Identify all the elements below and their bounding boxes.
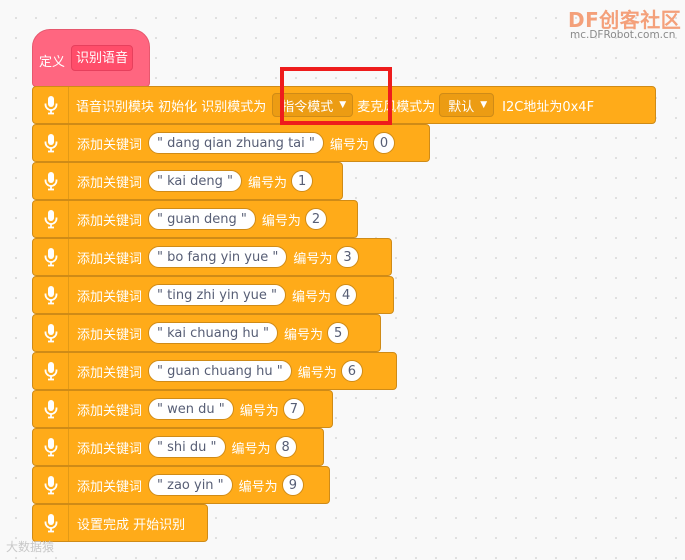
i2c-address-text: I2C地址为0x4F — [502, 99, 595, 115]
id-input[interactable]: 0 — [372, 132, 396, 154]
add-keyword-block[interactable]: 添加关键词 " kai chuang hu " 编号为 5 — [32, 314, 381, 352]
mic-mode-value: 默认 — [448, 99, 475, 115]
microphone-icon — [33, 239, 69, 275]
add-keyword-block[interactable]: 添加关键词 " guan chuang hu " 编号为 6 — [32, 352, 397, 390]
recognition-mode-value: 指令模式 — [281, 99, 334, 115]
id-label: 编号为 — [292, 289, 332, 305]
microphone-icon — [33, 391, 69, 427]
id-label: 编号为 — [329, 137, 369, 153]
keyword-input[interactable]: " ting zhi yin yue " — [148, 284, 286, 306]
define-name-field[interactable]: 识别语音 — [71, 45, 134, 71]
init-module-block[interactable]: 语音识别模块 初始化 识别模式为 指令模式 ▼ 麦克风模式为 默认 ▼ I2C地… — [32, 86, 656, 124]
caret-down-icon: ▼ — [339, 100, 347, 110]
add-keyword-block[interactable]: 添加关键词 " zao yin " 编号为 9 — [32, 466, 330, 504]
microphone-icon — [33, 125, 69, 161]
caret-down-icon: ▼ — [480, 100, 488, 110]
add-keyword-block[interactable]: 添加关键词 " kai deng " 编号为 1 — [32, 162, 343, 200]
mic-mode-dropdown[interactable]: 默认 ▼ — [439, 93, 495, 117]
add-keyword-label: 添加关键词 — [77, 441, 143, 457]
add-keyword-label: 添加关键词 — [77, 479, 143, 495]
add-keyword-label: 添加关键词 — [77, 175, 143, 191]
id-input[interactable]: 6 — [340, 360, 364, 382]
recognition-mode-dropdown[interactable]: 指令模式 ▼ — [272, 93, 354, 117]
id-input[interactable]: 8 — [274, 436, 297, 458]
microphone-icon — [33, 467, 69, 503]
keyword-input[interactable]: " kai chuang hu " — [148, 322, 278, 344]
bottom-watermark: 大数据猿 — [6, 540, 55, 554]
keyword-input[interactable]: " guan deng " — [148, 208, 256, 230]
init-text: 语音识别模块 初始化 识别模式为 — [76, 99, 267, 115]
logo-url-text: mc.DFRobot.com.cn — [570, 29, 676, 41]
microphone-icon — [33, 163, 69, 199]
keyword-input[interactable]: " zao yin " — [148, 474, 233, 496]
add-keyword-label: 添加关键词 — [77, 327, 143, 343]
start-recognition-block[interactable]: 设置完成 开始识别 — [32, 504, 208, 542]
id-label: 编号为 — [239, 403, 279, 419]
add-keyword-label: 添加关键词 — [77, 403, 143, 419]
add-keyword-block[interactable]: 添加关键词 " bo fang yin yue " 编号为 3 — [32, 238, 392, 276]
id-input[interactable]: 2 — [304, 208, 328, 230]
id-label: 编号为 — [231, 441, 271, 457]
dfrobot-logo: DF创客社区 mc.DFRobot.com.cn — [568, 4, 683, 44]
id-label: 编号为 — [293, 251, 333, 267]
id-label: 编号为 — [238, 479, 278, 495]
keyword-input[interactable]: " shi du " — [148, 436, 226, 458]
add-keyword-block[interactable]: 添加关键词 " shi du " 编号为 8 — [32, 428, 324, 466]
block-stack: 语音识别模块 初始化 识别模式为 指令模式 ▼ 麦克风模式为 默认 ▼ I2C地… — [32, 86, 656, 542]
microphone-icon — [33, 201, 69, 237]
id-input[interactable]: 9 — [281, 474, 304, 496]
add-keyword-block[interactable]: 添加关键词 " guan deng " 编号为 2 — [32, 200, 358, 238]
id-input[interactable]: 7 — [282, 398, 306, 420]
add-keyword-label: 添加关键词 — [77, 213, 143, 229]
add-keyword-label: 添加关键词 — [77, 289, 143, 305]
microphone-icon — [33, 315, 69, 351]
id-input[interactable]: 1 — [291, 170, 314, 192]
id-label: 编号为 — [261, 213, 301, 229]
microphone-icon — [33, 429, 69, 465]
microphone-icon — [33, 277, 69, 313]
keyword-input[interactable]: " kai deng " — [148, 170, 242, 192]
add-keyword-block[interactable]: 添加关键词 " ting zhi yin yue " 编号为 4 — [32, 276, 394, 314]
add-keyword-label: 添加关键词 — [77, 365, 143, 381]
define-label: 定义 — [39, 55, 66, 70]
add-keyword-label: 添加关键词 — [77, 137, 143, 153]
mic-mode-text: 麦克风模式为 — [357, 99, 436, 115]
id-input[interactable]: 5 — [326, 322, 350, 344]
define-block[interactable]: 定义 识别语音 — [32, 29, 150, 87]
keyword-input[interactable]: " dang qian zhuang tai " — [148, 132, 324, 154]
id-label: 编号为 — [283, 327, 323, 343]
id-input[interactable]: 4 — [335, 284, 358, 306]
add-keyword-block[interactable]: 添加关键词 " wen du " 编号为 7 — [32, 390, 333, 428]
add-keyword-block[interactable]: 添加关键词 " dang qian zhuang tai " 编号为 0 — [32, 124, 430, 162]
id-label: 编号为 — [297, 365, 337, 381]
microphone-icon — [33, 505, 69, 541]
keyword-input[interactable]: " guan chuang hu " — [148, 360, 292, 382]
keyword-input[interactable]: " bo fang yin yue " — [148, 246, 288, 268]
id-input[interactable]: 3 — [336, 246, 359, 268]
microphone-icon — [33, 87, 69, 123]
start-recognition-text: 设置完成 开始识别 — [77, 517, 186, 533]
add-keyword-label: 添加关键词 — [77, 251, 143, 267]
microphone-icon — [33, 353, 69, 389]
id-label: 编号为 — [248, 175, 288, 191]
keyword-input[interactable]: " wen du " — [148, 398, 234, 420]
